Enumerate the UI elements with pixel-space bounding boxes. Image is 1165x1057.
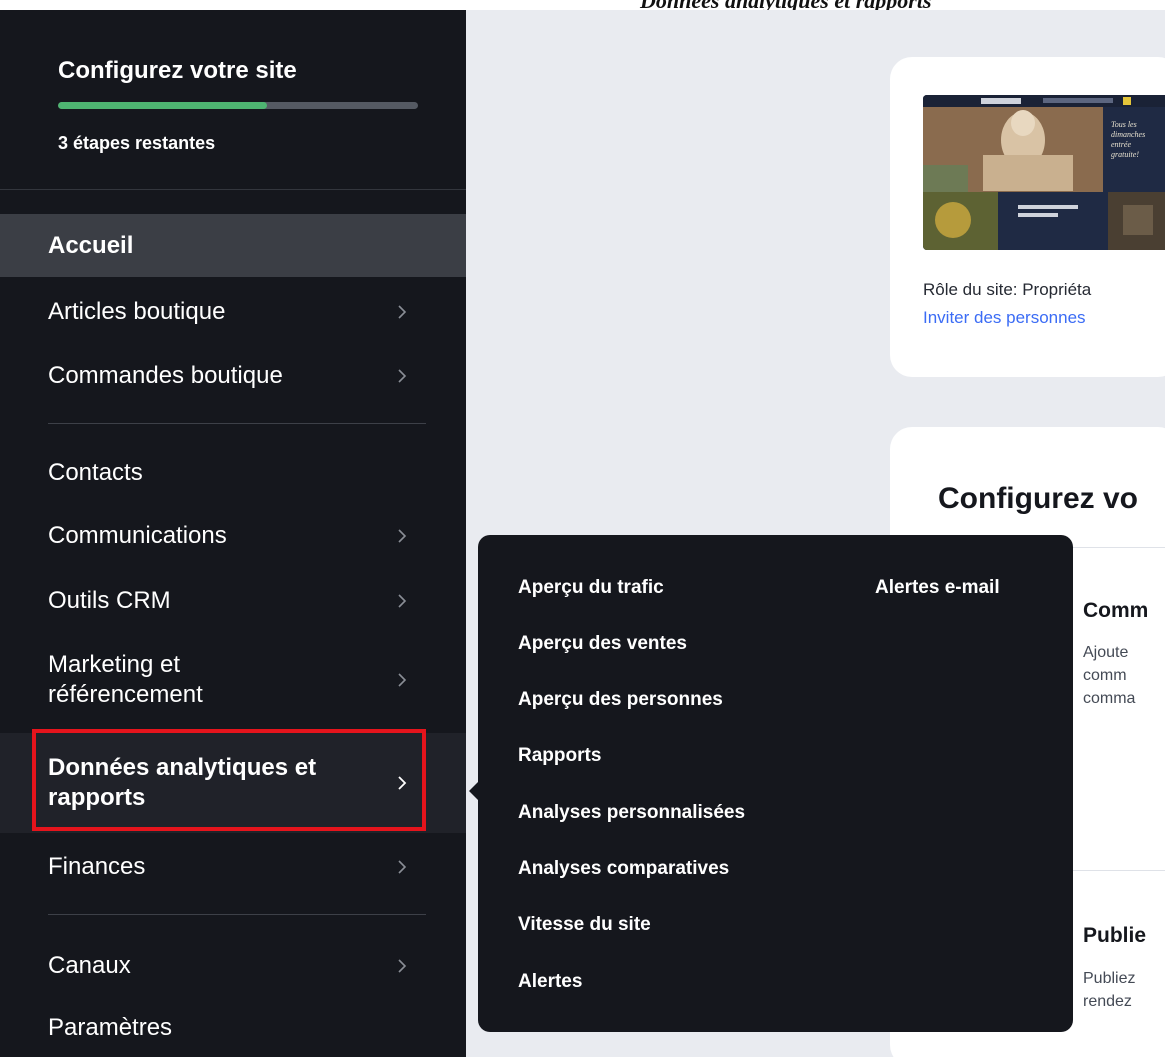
- chevron-right-icon: [395, 670, 409, 690]
- sidebar-item-canaux[interactable]: Canaux: [0, 935, 466, 997]
- submenu-item-vitesse-site[interactable]: Vitesse du site: [518, 914, 651, 936]
- caption-text: Données analytiques et rapports: [640, 0, 932, 10]
- sidebar-item-label: Articles boutique: [48, 298, 226, 325]
- sidebar-item-commandes-boutique[interactable]: Commandes boutique: [0, 345, 466, 407]
- sidebar-item-accueil[interactable]: Accueil: [0, 214, 466, 277]
- submenu-item-analyses-comparatives[interactable]: Analyses comparatives: [518, 858, 729, 880]
- submenu-item-analyses-personnalisees[interactable]: Analyses personnalisées: [518, 802, 745, 824]
- svg-text:dimanches: dimanches: [1111, 130, 1145, 139]
- submenu-pointer: [469, 781, 479, 801]
- steps-remaining: 3 étapes restantes: [58, 133, 216, 153]
- sidebar-item-label: Commandes boutique: [48, 362, 283, 389]
- sidebar-item-label-wrap: Données analytiques et rapports: [48, 753, 316, 813]
- submenu-item-apercu-personnes[interactable]: Aperçu des personnes: [518, 689, 723, 711]
- sidebar-item-label-line1: Données analytiques et: [48, 754, 317, 781]
- sidebar-item-finances[interactable]: Finances: [0, 836, 466, 898]
- sidebar-item-label: Outils CRM: [48, 587, 171, 614]
- setup-progress-fill: [58, 102, 267, 109]
- sidebar-item-label: Communications: [48, 522, 227, 549]
- svg-text:gratuite!: gratuite!: [1111, 150, 1139, 159]
- sidebar-item-communications[interactable]: Communications: [0, 505, 466, 567]
- svg-text:entrée: entrée: [1111, 140, 1131, 149]
- chevron-right-icon: [395, 526, 409, 546]
- sidebar-item-label-line1: Marketing et: [48, 651, 181, 678]
- sidebar-item-articles-boutique[interactable]: Articles boutique: [0, 281, 466, 343]
- chevron-right-icon: [395, 591, 409, 611]
- sidebar: Configurez votre site 3 étapes restantes…: [0, 10, 466, 1057]
- setup-widget[interactable]: Configurez votre site: [58, 57, 297, 85]
- setup-progress-bar: [58, 102, 418, 109]
- sidebar-item-label-line2: rapports: [48, 784, 146, 811]
- task-desc-line: rendez: [1083, 993, 1132, 1010]
- divider: [48, 914, 426, 915]
- chevron-right-icon: [395, 773, 409, 793]
- divider: [48, 423, 426, 424]
- divider: [0, 189, 466, 190]
- sidebar-item-label-line2: référencement: [48, 681, 203, 708]
- setup-card-title: Configurez vo: [938, 482, 1138, 515]
- sidebar-item-contacts[interactable]: Contacts: [0, 442, 466, 504]
- invite-people-link[interactable]: Inviter des personnes: [923, 308, 1086, 328]
- site-thumbnail[interactable]: Tous les dimanches entrée gratuite!: [923, 95, 1165, 250]
- sidebar-item-label: Canaux: [48, 952, 131, 979]
- sidebar-item-label: Accueil: [48, 231, 134, 259]
- submenu-item-alertes-email[interactable]: Alertes e-mail: [875, 577, 1000, 599]
- top-caption-strip: Données analytiques et rapports: [0, 0, 1165, 10]
- sidebar-item-outils-crm[interactable]: Outils CRM: [0, 570, 466, 632]
- chevron-right-icon: [395, 302, 409, 322]
- sidebar-item-parametres[interactable]: Paramètres: [0, 998, 466, 1057]
- submenu-item-alertes[interactable]: Alertes: [518, 971, 582, 993]
- sidebar-item-donnees-analytiques[interactable]: Données analytiques et rapports: [0, 733, 466, 833]
- chevron-right-icon: [395, 956, 409, 976]
- submenu-item-apercu-ventes[interactable]: Aperçu des ventes: [518, 633, 687, 655]
- site-card: Tous les dimanches entrée gratuite! Rôle…: [890, 57, 1165, 377]
- submenu-item-apercu-trafic[interactable]: Aperçu du trafic: [518, 577, 664, 599]
- sidebar-item-label: Finances: [48, 853, 146, 880]
- sidebar-item-marketing[interactable]: Marketing et référencement: [0, 635, 466, 725]
- task-description: Ajoute comm comma: [1083, 641, 1135, 710]
- site-role-text: Rôle du site: Propriéta: [923, 280, 1092, 299]
- task-title[interactable]: Publie: [1083, 924, 1146, 948]
- setup-title: Configurez votre site: [58, 57, 297, 84]
- task-desc-line: comma: [1083, 690, 1136, 707]
- submenu-item-rapports[interactable]: Rapports: [518, 745, 601, 767]
- svg-text:Tous les: Tous les: [1111, 120, 1137, 129]
- sidebar-item-label-wrap: Marketing et référencement: [48, 650, 203, 710]
- chevron-right-icon: [395, 857, 409, 877]
- task-desc-line: Ajoute: [1083, 644, 1129, 661]
- task-desc-line: comm: [1083, 667, 1127, 684]
- task-description: Publiez rendez: [1083, 967, 1135, 1013]
- task-desc-line: Publiez: [1083, 970, 1136, 987]
- sidebar-item-label: Paramètres: [48, 1014, 173, 1041]
- task-title[interactable]: Comm: [1083, 599, 1148, 623]
- analytics-submenu: Aperçu du trafic Aperçu des ventes Aperç…: [469, 535, 1073, 1032]
- chevron-right-icon: [395, 366, 409, 386]
- sidebar-item-label: Contacts: [48, 459, 143, 486]
